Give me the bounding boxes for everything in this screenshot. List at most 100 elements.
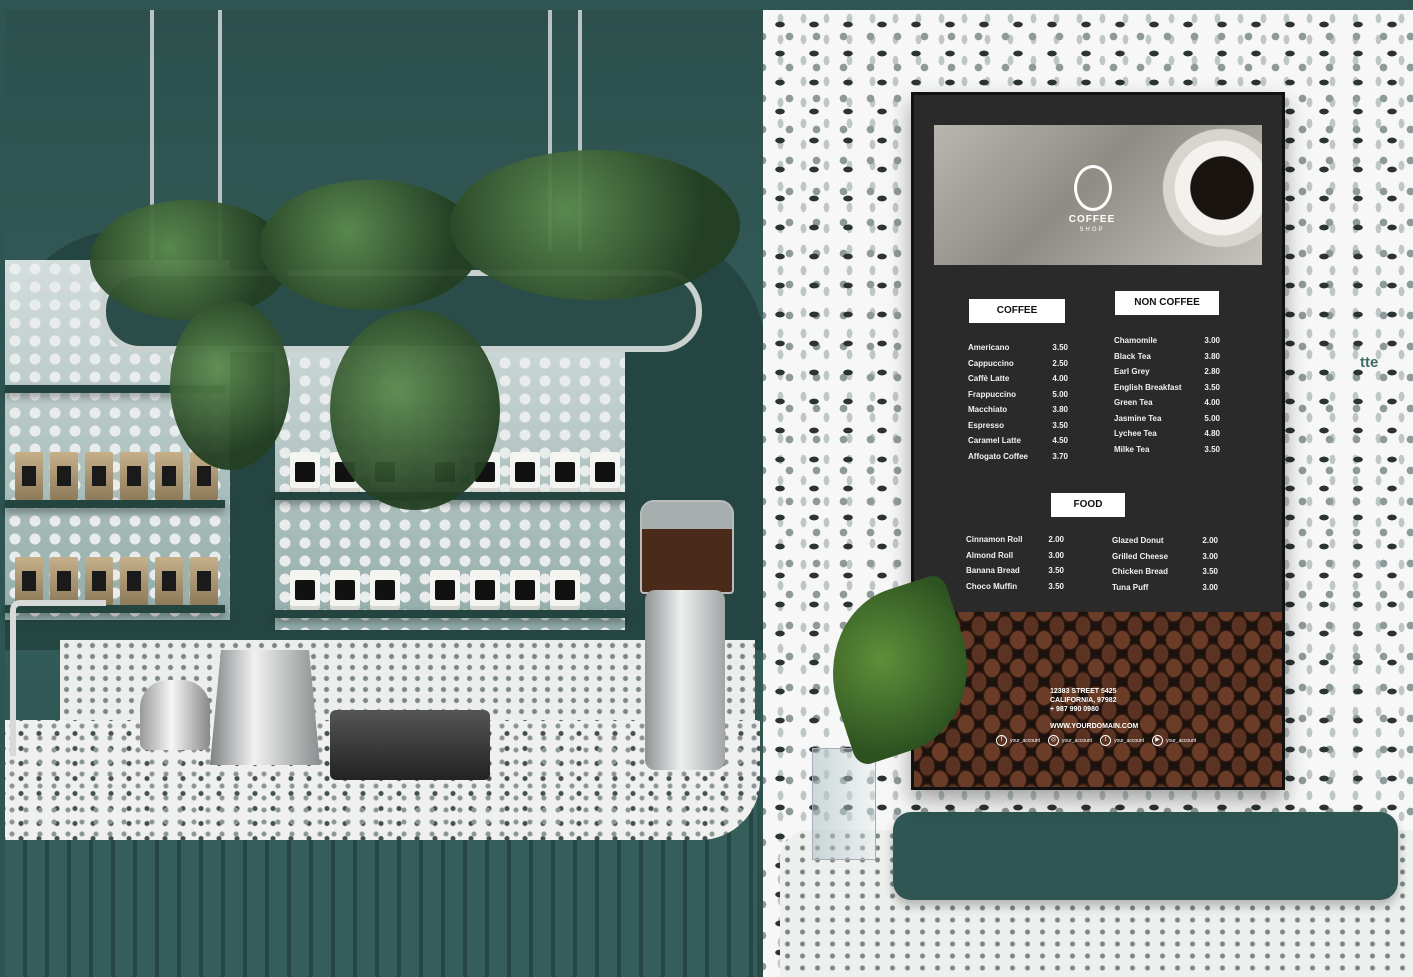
menu-item-name: Frappuccino (968, 389, 1017, 399)
menu-item: Cappuccino 2.50 (968, 356, 1068, 372)
brand-name: COFFEE (1068, 214, 1116, 225)
contact-address: 12383 STREET 5425 CALIFORNIA, 97982 + 98… (1050, 687, 1117, 714)
food-list-left: Cinnamon Roll 2.00 Almond Roll 3.00 Banana B… (966, 532, 1064, 594)
menu-item-price: 4.00 (1052, 374, 1068, 383)
menu-item-name: Chicken Bread (1112, 567, 1169, 576)
coffee-list: Americano 3.50 Cappuccino 2.50 Caffè Latte 4.… (968, 340, 1068, 464)
menu-item-price: 3.50 (1048, 581, 1064, 591)
menu-item-price: 3.00 (1048, 550, 1064, 560)
menu-item-name: English Breakfast (1114, 382, 1182, 392)
social-link: ◎ your_account (1048, 735, 1092, 746)
phone-number: + 987 990 0980 (1050, 706, 1099, 713)
menu-item-name: Tuna Puff (1112, 582, 1149, 592)
menu-item-price: 4.00 (1204, 398, 1220, 407)
menu-item: Macchiato 3.80 (968, 402, 1068, 418)
hanging-plant (170, 300, 290, 470)
social-handle: your_account (1010, 737, 1041, 744)
menu-item-price: 4.80 (1204, 429, 1220, 438)
address-street: 12383 STREET 5425 (1050, 688, 1117, 695)
menu-item: Affogato Coffee 3.70 (968, 449, 1068, 465)
menu-item-price: 2.00 (1202, 536, 1218, 545)
coffee-jar (430, 570, 460, 610)
coffee-jar (470, 570, 500, 610)
facebook-icon: f (996, 735, 1007, 746)
menu-item: Lychee Tea 4.80 (1114, 426, 1220, 442)
menu-item-name: Affogato Coffee (968, 451, 1028, 461)
coffee-jar (290, 452, 320, 492)
menu-item-name: Banana Bread (966, 566, 1020, 575)
menu-item-name: Black Tea (1114, 351, 1151, 361)
menu-item-price: 5.00 (1052, 389, 1068, 399)
menu-item: Grilled Cheese 3.00 (1112, 549, 1218, 565)
cafe-scene: tte COFFEE SHOP COFFEE Americano 3.50 Capp… (0, 0, 1413, 977)
coffee-bag (190, 557, 218, 605)
grinder-hopper (640, 500, 734, 594)
menu-item-name: Macchiato (968, 405, 1008, 414)
section-title-non-coffee: NON COFFEE (1115, 291, 1219, 315)
menu-item-price: 3.50 (1202, 567, 1218, 576)
menu-item-price: 3.00 (1202, 551, 1218, 561)
social-links: f your_account ◎ your_account t your_account ▶… (996, 735, 1196, 746)
menu-item-name: Espresso (968, 420, 1005, 430)
menu-item-name: Milke Tea (1114, 444, 1150, 454)
menu-item: Frappuccino 5.00 (968, 387, 1068, 403)
menu-item-price: 3.80 (1204, 351, 1220, 361)
grinder-body (645, 590, 725, 770)
menu-item-price: 2.80 (1204, 367, 1220, 376)
pour-over-dripper (210, 650, 320, 765)
menu-item-name: Green Tea (1114, 398, 1153, 407)
menu-item-name: Caffè Latte (968, 374, 1010, 383)
menu-item: Choco Muffin 3.50 (966, 579, 1064, 595)
bench-cushion (893, 812, 1398, 900)
menu-item-price: 3.00 (1202, 582, 1218, 592)
kettle (140, 680, 210, 750)
glass-vase (812, 748, 876, 860)
menu-item-price: 3.50 (1052, 343, 1068, 352)
social-link: t your_account (1100, 735, 1144, 746)
hanging-plant (450, 150, 740, 300)
menu-item-price: 2.00 (1048, 535, 1064, 544)
menu-item-price: 3.80 (1052, 405, 1068, 414)
non-coffee-list: Chamomile 3.00 Black Tea 3.80 Earl Grey 2.80 E… (1114, 333, 1220, 457)
section-title-coffee: COFFEE (969, 299, 1065, 323)
coffee-bag (50, 452, 78, 500)
shelf (5, 500, 225, 508)
menu-item-price: 3.00 (1204, 336, 1220, 345)
menu-item-name: Lychee Tea (1114, 429, 1157, 438)
menu-item: English Breakfast 3.50 (1114, 380, 1220, 396)
hanging-plant (260, 180, 480, 310)
coffee-jar (550, 452, 580, 492)
coffee-jar (590, 452, 620, 492)
menu-item: Glazed Donut 2.00 (1112, 533, 1218, 549)
address-city: CALIFORNIA, 97982 (1050, 697, 1117, 704)
coffee-grinder (640, 500, 734, 770)
menu-item: Banana Bread 3.50 (966, 563, 1064, 579)
menu-poster: COFFEE SHOP COFFEE Americano 3.50 Cappucci… (911, 92, 1285, 790)
menu-item-name: Grilled Cheese (1112, 551, 1169, 561)
coffee-bag (15, 557, 43, 605)
website-url: WWW.YOURDOMAIN.COM (1050, 723, 1139, 730)
twitter-icon: t (1100, 735, 1112, 746)
menu-item-name: Chamomile (1114, 336, 1158, 345)
coffee-jar (550, 570, 580, 610)
menu-item-price: 3.70 (1052, 451, 1068, 461)
coffee-bag (85, 557, 113, 605)
menu-item-name: Caramel Latte (968, 436, 1021, 445)
poster-header: COFFEE SHOP (934, 125, 1262, 265)
shelf (275, 610, 625, 618)
menu-item-name: Almond Roll (966, 550, 1014, 560)
coffee-bag (15, 452, 43, 500)
section-title-food: FOOD (1051, 493, 1125, 517)
social-handle: your_account (1166, 737, 1197, 744)
social-link: ▶ your_account (1152, 735, 1196, 746)
coffee-jar (370, 570, 400, 610)
menu-item-price: 3.50 (1204, 444, 1220, 454)
menu-item: Milke Tea 3.50 (1114, 442, 1220, 458)
menu-item-price: 3.50 (1204, 382, 1220, 392)
social-handle: your_account (1114, 737, 1145, 744)
menu-item: Caramel Latte 4.50 (968, 433, 1068, 449)
coffee-bag (155, 557, 183, 605)
menu-item-price: 2.50 (1052, 358, 1068, 368)
menu-item-name: Choco Muffin (966, 581, 1018, 591)
coffee-jar (330, 570, 360, 610)
